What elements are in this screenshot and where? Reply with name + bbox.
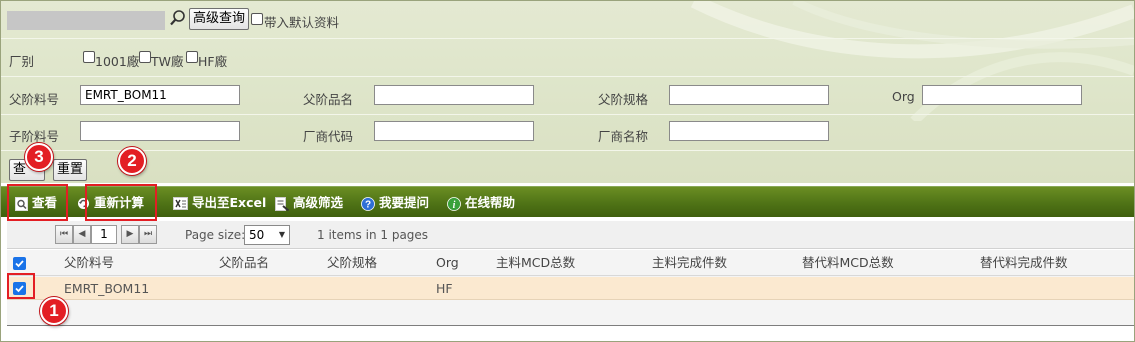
child-vendor-row: 子阶料号 厂商代码 厂商名称 [1,115,1134,151]
cell-parent-part-no: EMRT_BOM11 [64,281,150,296]
plant-tw-checkbox[interactable] [139,51,151,63]
cell-org: HF [436,281,453,296]
advanced-query-button[interactable]: 高级查询 [189,8,250,30]
column-header[interactable]: 主料MCD总数 [496,250,575,276]
annotation-badge-1: 1 [40,297,68,325]
chevron-down-icon: ▼ [278,230,285,239]
plant-label: 厂别 [9,54,35,69]
column-header[interactable]: 替代料MCD总数 [802,250,894,276]
pager-summary: 1 items in 1 pages [317,228,429,242]
table-row[interactable]: EMRT_BOM11 HF [7,277,1134,300]
excel-export-icon [173,197,188,210]
column-header[interactable]: 替代料完成件数 [980,250,1068,276]
annotation-highlight-view [7,184,68,221]
page-size-value: 50 [249,228,265,242]
advanced-filter-label: 高级筛选 [293,195,344,210]
parent-part-no-input[interactable]: EMRT_BOM11 [80,85,240,105]
next-page-button[interactable]: ▶ [121,225,139,244]
search-icon[interactable] [169,9,187,27]
last-page-button[interactable]: ⏭ [139,225,157,244]
annotation-highlight-row-checkbox [7,273,35,299]
svg-text:i: i [453,200,456,211]
grid-footer-space [1,327,1134,341]
first-page-button[interactable]: ⏮ [55,225,73,244]
select-all-checkbox[interactable] [13,257,26,270]
parent-part-no-label: 父阶料号 [9,92,60,107]
action-buttons-row: 查 重置 [1,151,1134,183]
ask-question-label: 我要提问 [379,195,430,210]
quick-search-row: 高级查询 带入默认资料 [1,1,1134,39]
grid-toolbar: 查看 重新计算 导出至Excel 高级筛选 ? 我要提问 i 在线帮助 [1,186,1134,217]
results-grid: 父阶料号 父阶品名 父阶规格 Org 主料MCD总数 主料完成件数 替代料MCD… [7,250,1134,326]
child-part-no-label: 子阶料号 [9,129,60,144]
vendor-code-label: 厂商代码 [303,129,354,144]
column-header[interactable]: 主料完成件数 [652,250,727,276]
online-help-button[interactable]: i 在线帮助 [447,187,515,218]
export-excel-label: 导出至Excel [192,195,267,210]
filter-list-icon [275,196,289,211]
parent-fields-row: 父阶料号 EMRT_BOM11 父阶品名 父阶规格 Org [1,77,1134,115]
plant-hf-checkbox[interactable] [186,51,198,63]
reset-button[interactable]: 重置 [53,159,88,181]
svg-text:?: ? [365,199,371,210]
quick-search-field[interactable] [7,11,165,30]
page-size-select[interactable]: 50 ▼ [244,225,290,245]
parent-spec-input[interactable] [669,85,829,105]
parent-name-input[interactable] [374,85,534,105]
include-default-checkbox[interactable] [251,13,263,25]
column-header[interactable]: 父阶规格 [327,250,377,276]
annotation-badge-3: 3 [25,143,53,171]
page-size-label: Page size: [185,228,246,242]
vendor-name-label: 厂商名称 [598,129,649,144]
org-input[interactable] [922,85,1082,105]
column-header[interactable]: Org [436,250,459,276]
annotation-highlight-recalculate [85,184,157,221]
checkmark-icon [15,260,24,268]
vendor-code-input[interactable] [374,121,534,141]
plant-1001-label: 1001廠 [95,54,140,69]
plant-1001-checkbox[interactable] [83,51,95,63]
filter-panel: 高级查询 带入默认资料 厂别 1001廠 TW廠 HF廠 父阶料号 EMRT_B… [1,1,1134,183]
annotation-badge-2: 2 [118,147,146,175]
plant-tw-label: TW廠 [151,54,184,69]
child-part-no-input[interactable] [80,121,240,141]
grid-pager: ⏮ ◀ 1 ▶ ⏭ Page size: 50 ▼ 1 items in 1 p… [7,221,1134,249]
parent-name-label: 父阶品名 [303,92,354,107]
current-page-input[interactable]: 1 [91,225,117,244]
column-header[interactable]: 父阶料号 [64,250,114,276]
include-default-label: 带入默认资料 [264,15,340,30]
question-icon: ? [361,196,375,211]
org-label: Org [892,89,915,104]
plant-hf-label: HF廠 [198,54,228,69]
parent-spec-label: 父阶规格 [598,92,649,107]
online-help-label: 在线帮助 [465,195,516,210]
advanced-filter-button[interactable]: 高级筛选 [275,187,343,218]
ask-question-button[interactable]: ? 我要提问 [361,187,429,218]
export-excel-button[interactable]: 导出至Excel [173,187,266,218]
prev-page-button[interactable]: ◀ [73,225,91,244]
vendor-name-input[interactable] [669,121,829,141]
info-icon: i [447,196,461,211]
plant-row: 厂别 1001廠 TW廠 HF廠 [1,39,1134,77]
column-header[interactable]: 父阶品名 [219,250,269,276]
bom-query-window: 高级查询 带入默认资料 厂别 1001廠 TW廠 HF廠 父阶料号 EMRT_B… [0,0,1135,342]
grid-header: 父阶料号 父阶品名 父阶规格 Org 主料MCD总数 主料完成件数 替代料MCD… [7,250,1134,276]
